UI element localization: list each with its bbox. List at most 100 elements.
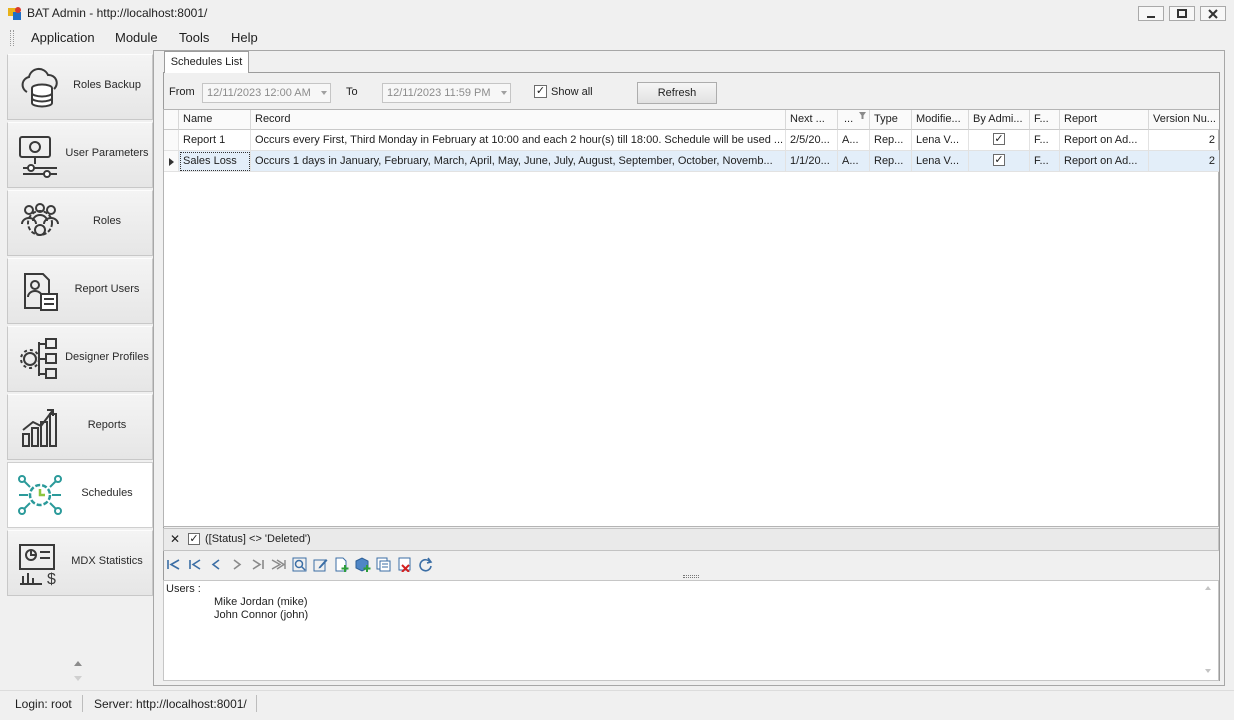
view-record-button[interactable]: [291, 556, 308, 573]
by-admin-checkbox[interactable]: ✓: [993, 154, 1005, 166]
nav-label: Roles: [92, 215, 122, 227]
copy-icon: [376, 557, 391, 572]
nav-item-reports[interactable]: Reports: [7, 394, 153, 460]
close-button[interactable]: [1200, 6, 1226, 21]
tab-schedules-list[interactable]: Schedules List: [164, 51, 249, 73]
cell-status[interactable]: A...: [838, 130, 870, 151]
column-header-next[interactable]: Next ...: [786, 110, 838, 130]
detail-splitter-handle[interactable]: [683, 575, 699, 578]
previous-page-button[interactable]: [187, 556, 204, 573]
cell-type[interactable]: Rep...: [870, 151, 912, 172]
cell-record[interactable]: Occurs every First, Third Monday in Febr…: [251, 130, 786, 151]
copy-record-button[interactable]: [375, 556, 392, 573]
cell-name[interactable]: Report 1: [179, 130, 251, 151]
add-record-button[interactable]: [333, 556, 350, 573]
add-package-button[interactable]: [354, 556, 371, 573]
cell-modified[interactable]: Lena V...: [912, 151, 969, 172]
row-indicator-header: [164, 110, 179, 130]
filter-enabled-checkbox[interactable]: ✓: [188, 533, 200, 545]
edit-record-button[interactable]: [312, 556, 329, 573]
column-header-by-admin[interactable]: By Admi...: [969, 110, 1030, 130]
column-header-type[interactable]: Type: [870, 110, 912, 130]
refresh-button[interactable]: Refresh: [637, 82, 717, 104]
to-date-input[interactable]: 12/11/2023 11:59 PM: [382, 83, 511, 103]
nav-item-report-users[interactable]: Report Users: [7, 258, 153, 324]
nav-item-designer-profiles[interactable]: Designer Profiles: [7, 326, 153, 392]
cell-version[interactable]: 2: [1149, 151, 1219, 172]
nav-item-mdx-statistics[interactable]: $ MDX Statistics: [7, 530, 153, 596]
first-page-button[interactable]: [165, 556, 182, 573]
add-document-icon: [335, 557, 348, 572]
scroll-up-icon[interactable]: [73, 659, 83, 667]
menu-tools[interactable]: Tools: [179, 30, 209, 45]
scroll-down-icon[interactable]: [1204, 668, 1212, 674]
to-date-value: 12/11/2023 11:59 PM: [387, 87, 491, 99]
cell-report[interactable]: Report on Ad...: [1060, 151, 1149, 172]
minimize-button[interactable]: [1138, 6, 1164, 21]
current-row-arrow-icon: [169, 158, 174, 166]
nav-label: MDX Statistics: [71, 555, 143, 567]
last-page-icon: [271, 559, 286, 570]
status-bar: Login: root Server: http://localhost:800…: [0, 690, 1234, 720]
detail-panel: Users : Mike Jordan (mike) John Connor (…: [163, 580, 1219, 681]
filter-expression[interactable]: ([Status] <> 'Deleted'): [205, 533, 311, 545]
column-header-record[interactable]: Record: [251, 110, 786, 130]
close-icon: [1208, 8, 1218, 19]
column-header-report[interactable]: Report: [1060, 110, 1149, 130]
cell-by-admin[interactable]: ✓: [969, 130, 1030, 151]
roles-group-icon: [21, 203, 59, 236]
nav-label: User Parameters: [65, 147, 149, 159]
scroll-down-icon[interactable]: [73, 674, 83, 682]
nav-item-user-parameters[interactable]: User Parameters: [7, 122, 153, 188]
menu-module[interactable]: Module: [115, 30, 158, 45]
schedules-icon: [18, 475, 62, 515]
cell-type[interactable]: Rep...: [870, 130, 912, 151]
cell-name[interactable]: Sales Loss: [179, 151, 251, 172]
cell-version[interactable]: 2: [1149, 130, 1219, 151]
cell-next[interactable]: 2/5/20...: [786, 130, 838, 151]
show-all-label[interactable]: Show all: [551, 86, 593, 98]
nav-item-roles[interactable]: Roles: [7, 190, 153, 256]
last-page-button[interactable]: [270, 556, 287, 573]
menu-grip: [10, 30, 14, 46]
filter-icon[interactable]: [859, 112, 866, 119]
menu-application[interactable]: Application: [31, 30, 95, 45]
show-all-checkbox[interactable]: ✓: [534, 85, 547, 98]
nav-item-roles-backup[interactable]: Roles Backup: [7, 54, 153, 120]
column-header-f[interactable]: F...: [1030, 110, 1060, 130]
minimize-icon: [1147, 15, 1155, 18]
cell-report[interactable]: Report on Ad...: [1060, 130, 1149, 151]
maximize-button[interactable]: [1169, 6, 1195, 21]
column-header-status[interactable]: ...: [838, 110, 870, 130]
column-header-status-label: ...: [844, 113, 854, 125]
column-header-name[interactable]: Name: [179, 110, 251, 130]
cell-f[interactable]: F...: [1030, 130, 1060, 151]
next-page-icon: [252, 559, 264, 570]
previous-record-button[interactable]: [207, 556, 224, 573]
row-indicator: [164, 151, 179, 172]
scroll-up-icon[interactable]: [1204, 585, 1212, 591]
clear-filter-button[interactable]: ✕: [170, 532, 180, 546]
cell-f[interactable]: F...: [1030, 151, 1060, 172]
nav-item-schedules[interactable]: Schedules: [7, 462, 153, 528]
by-admin-checkbox[interactable]: ✓: [993, 133, 1005, 145]
refresh-grid-button[interactable]: [417, 556, 434, 573]
column-header-version[interactable]: Version Nu...: [1149, 110, 1219, 130]
from-date-input[interactable]: 12/11/2023 12:00 AM: [202, 83, 331, 103]
delete-record-button[interactable]: [396, 556, 413, 573]
column-header-modified[interactable]: Modifie...: [912, 110, 969, 130]
next-record-button[interactable]: [228, 556, 245, 573]
users-label: Users :: [166, 583, 201, 595]
login-status: Login: root: [15, 697, 72, 711]
menu-help[interactable]: Help: [231, 30, 258, 45]
schedules-grid: Name Record Next ... ... Type Modifie...…: [163, 109, 1219, 527]
previous-record-icon: [211, 559, 219, 570]
cell-next[interactable]: 1/1/20...: [786, 151, 838, 172]
cell-modified[interactable]: Lena V...: [912, 130, 969, 151]
cell-record[interactable]: Occurs 1 days in January, February, Marc…: [251, 151, 786, 172]
row-indicator: [164, 130, 179, 151]
cell-by-admin[interactable]: ✓: [969, 151, 1030, 172]
next-page-button[interactable]: [249, 556, 266, 573]
cell-status[interactable]: A...: [838, 151, 870, 172]
from-label: From: [169, 86, 195, 98]
